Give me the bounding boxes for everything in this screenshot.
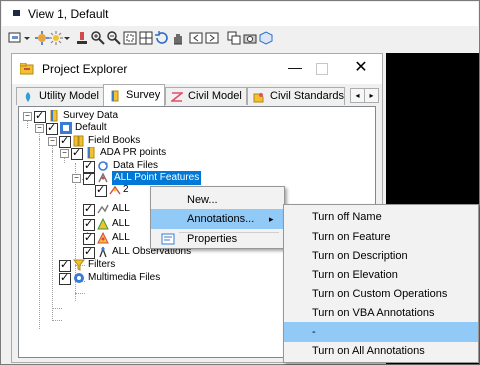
tree-node-all-linear-features[interactable]: ALL bbox=[19, 202, 130, 216]
collapse-icon[interactable]: − bbox=[23, 112, 32, 121]
minimize-button[interactable]: — bbox=[286, 57, 304, 77]
collapse-icon[interactable]: − bbox=[72, 174, 81, 183]
annotations-submenu: Turn off Name Turn on Feature Turn on De… bbox=[283, 204, 479, 363]
tab-civil-model[interactable]: Civil Model bbox=[165, 87, 247, 105]
tree-node-point[interactable]: 2 bbox=[19, 183, 129, 197]
menu-item-turn-on-elevation[interactable]: Turn on Elevation bbox=[284, 265, 478, 285]
rotate-view-icon[interactable] bbox=[154, 30, 170, 46]
menu-item-new[interactable]: New... bbox=[151, 190, 284, 210]
view-titlebar[interactable]: View 1, Default bbox=[2, 2, 478, 26]
context-menu: New... Annotations... ▸ Properties bbox=[150, 186, 285, 249]
submenu-arrow-icon: ▸ bbox=[269, 214, 274, 224]
view-next-icon[interactable] bbox=[204, 30, 220, 46]
tab-utility-model[interactable]: Utility Model bbox=[16, 87, 104, 105]
project-explorer-titlebar[interactable]: Project Explorer — ✕ bbox=[12, 54, 382, 84]
view-title: View 1, Default bbox=[28, 7, 109, 21]
dropdown-icon[interactable] bbox=[63, 30, 71, 46]
menu-item-turn-on-all-annotations[interactable]: Turn on All Annotations bbox=[284, 341, 478, 361]
default-model-icon bbox=[60, 122, 72, 134]
observations-icon bbox=[99, 247, 107, 258]
field-book-icon bbox=[87, 147, 95, 159]
menu-item-turn-off-name[interactable]: Turn off Name bbox=[284, 207, 478, 227]
window-area-icon[interactable] bbox=[122, 30, 138, 46]
checkbox-checked[interactable] bbox=[83, 202, 95, 216]
menu-item-turn-on-custom-operations[interactable]: Turn on Custom Operations bbox=[284, 284, 478, 304]
point-icon bbox=[109, 185, 121, 195]
project-explorer-title: Project Explorer bbox=[42, 62, 128, 76]
view-attributes-icon[interactable] bbox=[8, 30, 24, 46]
tab-scroll-left-button[interactable]: ◂ bbox=[350, 88, 365, 103]
checkbox-checked[interactable] bbox=[95, 183, 107, 197]
properties-icon bbox=[161, 233, 175, 245]
checkbox-checked[interactable] bbox=[83, 217, 95, 231]
menu-item-turn-on-vba-annotations[interactable]: Turn on VBA Annotations bbox=[284, 303, 478, 323]
camera-icon[interactable] bbox=[242, 30, 258, 46]
tree-node-default[interactable]: − Default bbox=[19, 121, 219, 135]
tree-connector bbox=[75, 293, 85, 294]
collapse-icon[interactable]: − bbox=[48, 137, 57, 146]
tree-connector bbox=[52, 320, 62, 321]
checkbox-checked[interactable] bbox=[59, 271, 71, 285]
civil-model-icon bbox=[171, 92, 183, 102]
light-icon[interactable] bbox=[48, 30, 64, 46]
checkbox-checked[interactable] bbox=[83, 231, 95, 245]
pan-view-icon[interactable] bbox=[170, 30, 186, 46]
tab-scroll-right-button[interactable]: ▸ bbox=[364, 88, 379, 103]
tree-node-multimedia-files[interactable]: Multimedia Files bbox=[19, 271, 219, 285]
tab-civil-standards[interactable]: Civil Standards bbox=[247, 87, 345, 105]
collapse-icon[interactable]: − bbox=[60, 149, 69, 158]
collapse-icon[interactable]: − bbox=[35, 124, 44, 133]
project-explorer-tabs: Utility Model Survey Civil Model Civil S… bbox=[12, 84, 382, 106]
utility-model-icon bbox=[25, 92, 31, 102]
view-window-icon bbox=[13, 10, 20, 16]
update-view-icon[interactable] bbox=[74, 30, 90, 46]
menu-item-annotations[interactable]: Annotations... ▸ bbox=[151, 209, 284, 229]
filters-icon bbox=[73, 259, 85, 271]
menu-item-turn-on-feature[interactable]: Turn on Feature bbox=[284, 227, 478, 247]
zoom-in-icon[interactable] bbox=[90, 30, 106, 46]
fit-view-icon[interactable] bbox=[138, 30, 154, 46]
maximize-button[interactable] bbox=[316, 63, 328, 75]
menu-item-separator-highlighted[interactable]: - bbox=[284, 322, 478, 342]
view-previous-icon[interactable] bbox=[188, 30, 204, 46]
civil-standards-icon bbox=[253, 93, 264, 103]
project-explorer-icon bbox=[20, 63, 34, 75]
copy-view-icon[interactable] bbox=[226, 30, 242, 46]
dropdown-icon[interactable] bbox=[23, 30, 31, 46]
surface-features-icon bbox=[97, 218, 109, 230]
tree-node-filters[interactable]: Filters bbox=[19, 258, 219, 272]
tree-node-all-surface-features[interactable]: ALL bbox=[19, 217, 130, 231]
menu-item-turn-on-description[interactable]: Turn on Description bbox=[284, 246, 478, 266]
clip-volume-icon[interactable] bbox=[258, 30, 274, 46]
tree-connector bbox=[52, 308, 62, 309]
survey-icon bbox=[111, 90, 119, 102]
view-toolbar bbox=[2, 26, 478, 52]
linear-features-icon bbox=[97, 204, 109, 214]
tree-node-ada-pr-points[interactable]: − ADA PR points bbox=[19, 146, 219, 160]
tree-node-all-control-points[interactable]: ALL bbox=[19, 231, 130, 245]
control-points-icon bbox=[97, 232, 109, 244]
zoom-out-icon[interactable] bbox=[106, 30, 122, 46]
tab-survey[interactable]: Survey bbox=[103, 84, 165, 106]
multimedia-files-icon bbox=[74, 273, 84, 283]
menu-item-properties[interactable]: Properties bbox=[151, 229, 284, 249]
close-button[interactable]: ✕ bbox=[352, 57, 370, 79]
